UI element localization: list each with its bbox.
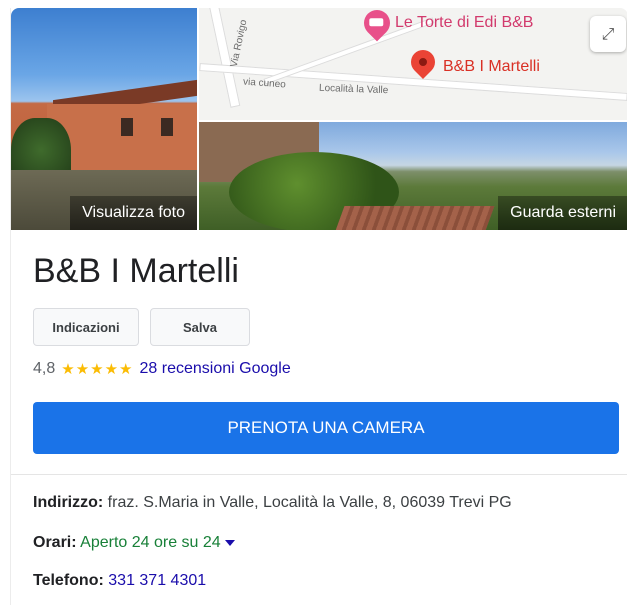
address-label: Indirizzo: [33,494,104,511]
book-room-button[interactable]: PRENOTA UNA CAMERA [33,402,619,454]
map-poi-nearby[interactable]: Le Torte di Edi B&B [395,14,533,32]
map-preview[interactable]: Via Rovigo via cuneo Località la Valle L… [199,8,627,120]
hours-label: Orari: [33,534,77,551]
view-exterior-label[interactable]: Guarda esterni [498,196,627,230]
place-title: B&B I Martelli [33,252,239,290]
divider [11,474,627,475]
phone-link[interactable]: 331 371 4301 [108,572,206,589]
photo-window [121,118,133,136]
hours-value[interactable]: Aperto 24 ore su 24 [80,534,221,551]
star-rating-icon: ★★★★★ [61,360,134,378]
road-label: via cuneo [242,76,287,91]
road-label: Via Rovigo [228,18,250,69]
save-button[interactable]: Salva [150,308,250,346]
hours-row: Orari: Aperto 24 ore su 24 [33,534,235,552]
photo-window [161,118,173,136]
chevron-down-icon[interactable] [224,539,235,546]
main-photo[interactable]: Visualizza foto [11,8,197,230]
directions-button[interactable]: Indicazioni [33,308,139,346]
expand-map-icon[interactable]: ⤢ [590,16,626,52]
bed-icon [369,18,384,27]
phone-label: Telefono: [33,572,104,589]
view-photos-label[interactable]: Visualizza foto [70,196,197,230]
photo-roof-tiles [333,206,495,230]
place-card: Visualizza foto Via Rovigo via cuneo Loc… [10,8,627,605]
road-label: Località la Valle [318,82,389,97]
map-poi-main[interactable]: B&B I Martelli [443,58,540,76]
address-value: fraz. S.Maria in Valle, Località la Vall… [107,494,512,511]
pin-dot [417,56,429,68]
address-row: Indirizzo: fraz. S.Maria in Valle, Local… [33,494,512,512]
location-pin-icon[interactable] [406,45,440,79]
phone-row: Telefono: 331 371 4301 [33,572,206,590]
rating-row: 4,8 ★★★★★ 28 recensioni Google [33,360,291,378]
reviews-link[interactable]: 28 recensioni Google [140,360,291,378]
exterior-photo[interactable]: Guarda esterni [199,122,627,230]
rating-value: 4,8 [33,360,56,377]
